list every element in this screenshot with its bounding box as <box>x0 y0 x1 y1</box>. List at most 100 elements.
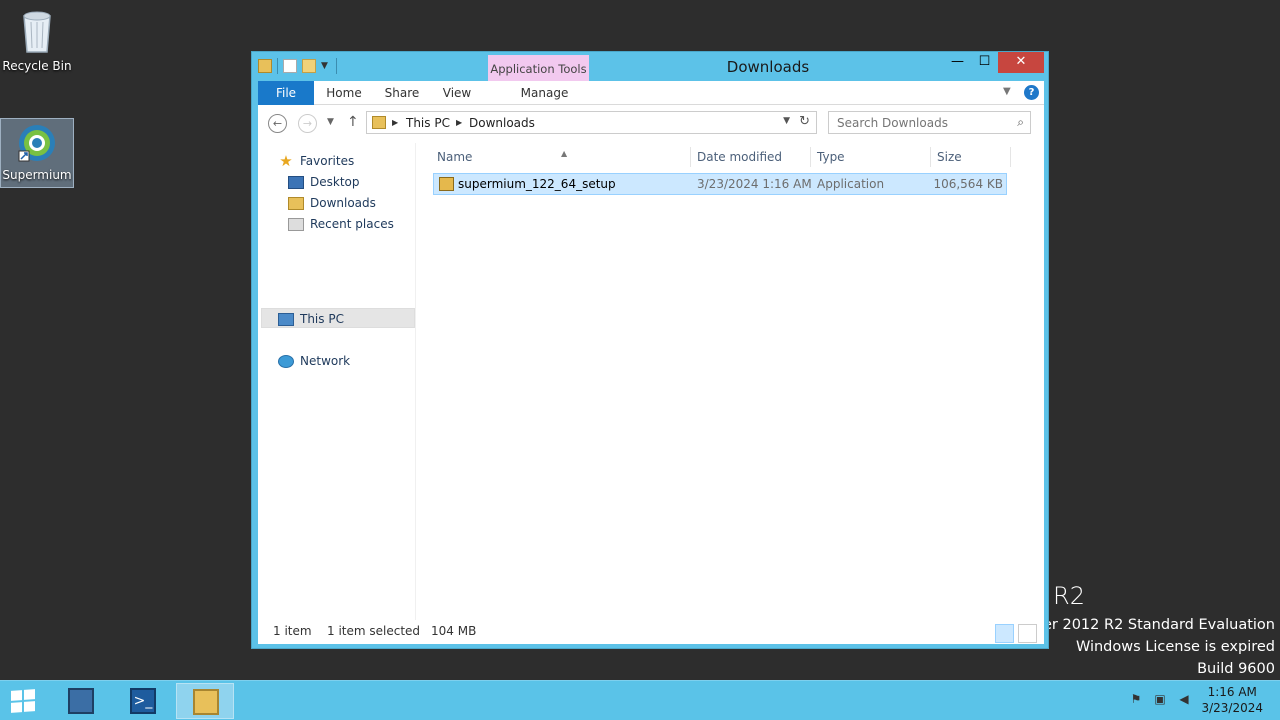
clock-time: 1:16 AM <box>1207 685 1257 699</box>
maximize-button[interactable]: ☐ <box>971 52 998 73</box>
desktop-icon-label: Recycle Bin <box>2 59 72 73</box>
server-manager-icon <box>68 688 94 714</box>
status-item-count: 1 item <box>273 624 312 638</box>
customize-toolbar-icon[interactable]: ▼ <box>321 59 331 73</box>
desktop-icon-recycle-bin[interactable]: Recycle Bin <box>0 4 74 80</box>
taskbar: >_ ⚑ ▣ ◀ 1:16 AM 3/23/2024 <box>0 680 1280 720</box>
watermark-build: Build 9600 <box>1197 661 1275 677</box>
nav-label: Desktop <box>310 175 360 189</box>
file-list: Name ▲ Date modified Type Size supermium… <box>428 143 1038 620</box>
nav-label: Favorites <box>300 154 355 168</box>
forward-button[interactable]: → <box>298 114 317 133</box>
desktop-icon <box>288 175 304 189</box>
column-header-type[interactable]: Type <box>811 147 931 167</box>
file-row[interactable]: supermium_122_64_setup 3/23/2024 1:16 AM… <box>433 173 1007 195</box>
nav-network[interactable]: Network <box>278 351 350 371</box>
search-box[interactable]: ⌕ <box>828 111 1031 134</box>
tab-file[interactable]: File <box>258 81 314 105</box>
help-icon[interactable]: ? <box>1024 85 1039 100</box>
breadcrumb-separator-icon[interactable]: ▶ <box>456 118 462 127</box>
desktop-icon-label: Supermium <box>2 168 72 182</box>
new-folder-icon[interactable] <box>302 59 316 73</box>
explorer-window: ▼ Application Tools Downloads — ☐ ✕ File… <box>251 51 1049 649</box>
nav-label: This PC <box>300 312 344 326</box>
breadcrumb-separator-icon[interactable]: ▶ <box>392 118 398 127</box>
recent-places-icon <box>288 217 304 231</box>
watermark-license: Windows License is expired <box>1075 639 1275 655</box>
breadcrumb-this-pc[interactable]: This PC <box>406 116 450 130</box>
column-label: Name <box>437 150 473 164</box>
expand-ribbon-icon[interactable]: ▼ <box>1003 86 1011 97</box>
status-size: 104 MB <box>431 624 477 638</box>
downloads-folder-icon <box>372 116 386 129</box>
column-header-size[interactable]: Size <box>931 147 1011 167</box>
file-name: supermium_122_64_setup <box>458 177 616 191</box>
sort-ascending-icon: ▲ <box>561 149 568 158</box>
details-view-icon[interactable] <box>995 624 1014 643</box>
folder-icon[interactable] <box>258 59 272 73</box>
action-center-icon[interactable]: ⚑ <box>1128 691 1144 707</box>
nav-label: Downloads <box>310 196 376 210</box>
downloads-folder-icon <box>288 196 304 210</box>
navigation-pane: ★ Favorites Desktop Downloads Recent pla… <box>258 143 416 620</box>
title-bar[interactable]: ▼ Application Tools Downloads — ☐ ✕ <box>252 52 1048 81</box>
close-button[interactable]: ✕ <box>998 52 1044 73</box>
content-area: ★ Favorites Desktop Downloads Recent pla… <box>258 143 1044 620</box>
nav-label: Recent places <box>310 217 394 231</box>
search-input[interactable] <box>829 112 1004 133</box>
properties-icon[interactable] <box>283 59 297 73</box>
powershell-icon: >_ <box>130 688 156 714</box>
back-button[interactable]: ← <box>268 114 287 133</box>
taskbar-file-explorer[interactable] <box>176 683 234 719</box>
tab-manage[interactable]: Manage <box>494 81 595 105</box>
nav-downloads[interactable]: Downloads <box>288 193 376 213</box>
volume-muted-icon[interactable]: ◀ <box>1176 691 1192 707</box>
application-icon <box>439 177 454 191</box>
address-bar[interactable]: ▶ This PC ▶ Downloads ▼ ↻ <box>366 111 817 134</box>
nav-recent-places[interactable]: Recent places <box>288 214 394 234</box>
status-selected: 1 item selected <box>327 624 421 638</box>
computer-icon <box>278 312 294 326</box>
start-button[interactable] <box>0 683 58 719</box>
refresh-icon[interactable]: ↻ <box>799 114 810 129</box>
taskbar-server-manager[interactable] <box>52 683 110 719</box>
watermark-edition: erver 2012 R2 Standard Evaluation <box>1019 617 1275 633</box>
recent-locations-icon[interactable]: ▼ <box>327 117 334 127</box>
clock-date: 3/23/2024 <box>1201 701 1263 715</box>
file-type: Application <box>817 177 885 191</box>
file-date: 3/23/2024 1:16 AM <box>697 177 812 191</box>
tab-view[interactable]: View <box>433 81 481 105</box>
breadcrumb-downloads[interactable]: Downloads <box>469 116 535 130</box>
tab-share[interactable]: Share <box>378 81 426 105</box>
nav-desktop[interactable]: Desktop <box>288 172 360 192</box>
file-size: 106,564 KB <box>933 177 1003 191</box>
quick-access-toolbar: ▼ <box>258 58 337 74</box>
nav-label: Network <box>300 354 351 368</box>
toolbar-separator <box>277 58 278 74</box>
context-tab-application-tools: Application Tools <box>488 55 589 81</box>
navigation-bar: ← → ▼ ↑ ▶ This PC ▶ Downloads ▼ ↻ ⌕ <box>258 105 1044 143</box>
ribbon-tabs: File Home Share View Manage ▼ ? <box>258 81 1044 105</box>
large-icons-view-icon[interactable] <box>1018 624 1037 643</box>
window-title: Downloads <box>726 58 810 76</box>
network-icon <box>278 354 294 368</box>
up-button[interactable]: ↑ <box>347 114 359 130</box>
recycle-bin-icon <box>23 11 51 53</box>
tab-home[interactable]: Home <box>320 81 368 105</box>
system-tray: ⚑ ▣ ◀ <box>1128 691 1192 707</box>
address-dropdown-icon[interactable]: ▼ <box>783 116 790 126</box>
minimize-button[interactable]: — <box>944 52 971 73</box>
start-icon <box>11 689 35 713</box>
supermium-icon <box>18 125 55 162</box>
nav-favorites[interactable]: ★ Favorites <box>278 151 354 171</box>
column-header-name[interactable]: Name ▲ <box>431 147 691 167</box>
column-header-date[interactable]: Date modified <box>691 147 811 167</box>
nav-this-pc[interactable]: This PC <box>278 309 344 329</box>
clock[interactable]: 1:16 AM 3/23/2024 <box>1201 684 1263 716</box>
search-icon[interactable]: ⌕ <box>1017 115 1024 130</box>
star-icon: ★ <box>279 151 293 170</box>
taskbar-powershell[interactable]: >_ <box>114 683 172 719</box>
file-explorer-icon <box>193 689 219 715</box>
network-icon[interactable]: ▣ <box>1152 691 1168 707</box>
desktop-icon-supermium[interactable]: Supermium <box>0 118 74 188</box>
